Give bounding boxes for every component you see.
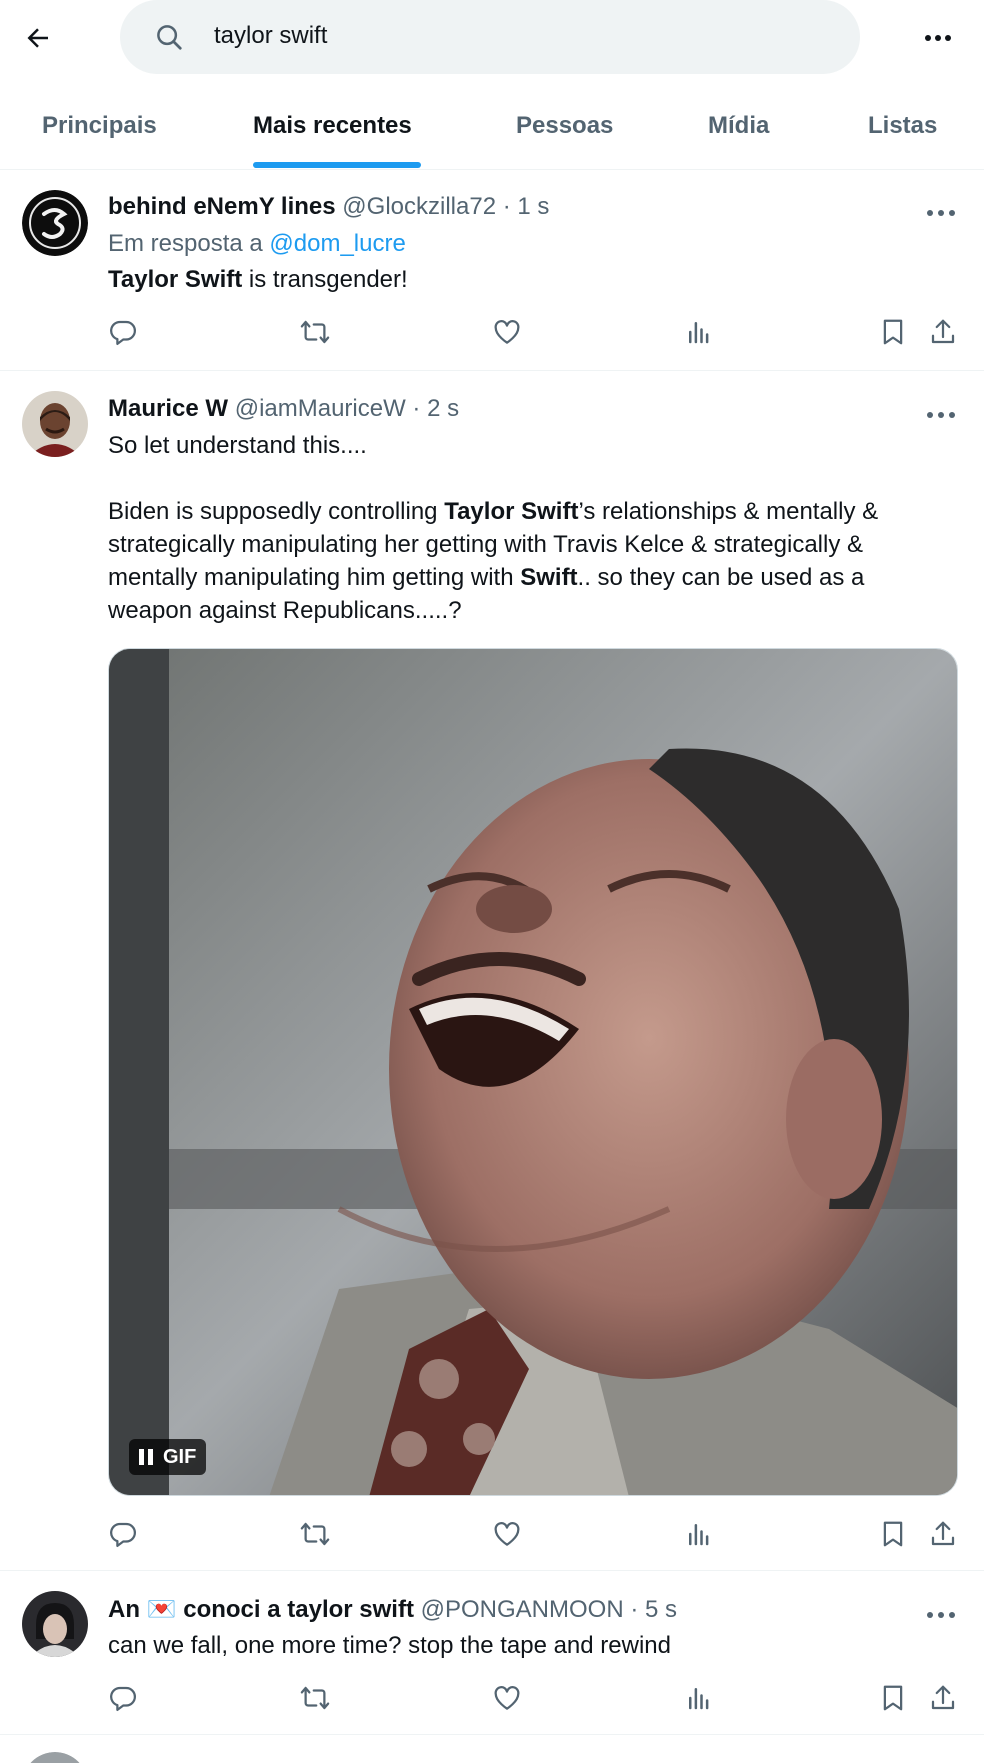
more-options-button[interactable] [918,22,958,54]
bookmark-button[interactable] [878,1683,908,1713]
author-name[interactable]: behind eNemY lines [108,193,336,220]
author-handle[interactable]: @iamMauriceW [235,395,406,422]
avatar[interactable] [22,1591,88,1657]
share-icon [931,319,955,344]
views-icon [689,1688,709,1710]
post[interactable]: behind eNemY lines @Glockzilla72 · 1 s E… [0,171,984,371]
avatar[interactable] [22,190,88,256]
post-actions [0,1683,984,1723]
search-tabs: Principais Mais recentes Pessoas Mídia L… [0,90,984,170]
reply-button[interactable] [108,1519,138,1549]
share-icon [931,1685,955,1710]
active-tab-indicator [253,162,421,168]
more-icon[interactable] [924,403,958,427]
post-text: Taylor Swift is transgender! [108,266,408,294]
pause-icon [139,1449,153,1465]
back-button[interactable] [18,18,58,58]
post[interactable]: An 💌 conoci a taylor swift @PONGANMOON ·… [0,1571,984,1735]
reply-icon [110,1522,136,1547]
like-icon [494,1686,520,1710]
share-button[interactable] [928,1519,958,1549]
reply-button[interactable] [108,1683,138,1713]
reply-context: Em resposta a @dom_lucre [108,230,406,258]
post-actions [0,317,984,357]
retweet-icon [300,1522,330,1546]
views-button[interactable] [684,1683,714,1713]
avatar[interactable] [22,391,88,457]
post-text: can we fall, one more time? stop the tap… [108,1632,671,1659]
post-header: behind eNemY lines @Glockzilla72 · 1 s [108,193,549,221]
bookmark-icon [883,1521,903,1547]
more-icon [925,35,951,41]
top-bar: taylor swift [0,0,984,76]
retweet-icon [300,320,330,344]
like-button[interactable] [492,317,522,347]
like-icon [494,320,520,344]
post-header: Maurice W @iamMauriceW · 2 s [108,395,459,423]
search-input[interactable]: taylor swift [214,22,814,50]
share-icon [931,1521,955,1546]
highlighted-term: Taylor Swift [444,498,579,525]
bookmark-icon [883,1685,903,1711]
reply-icon [110,1686,136,1711]
gif-media[interactable]: GIF [108,648,958,1496]
bookmark-icon [883,319,903,345]
post-time[interactable]: · 5 s [630,1596,677,1623]
post-actions [0,1519,984,1559]
author-name-part: conoci a taylor swift [176,1596,414,1623]
share-button[interactable] [928,1683,958,1713]
author-handle[interactable]: @PONGANMOON [421,1596,624,1623]
retweet-button[interactable] [300,1683,330,1713]
post-text: Biden is supposedly controlling Taylor S… [108,495,948,627]
post-text-line: So let understand this.... [108,432,367,459]
highlighted-term: Swift [520,564,578,591]
gif-image [109,649,957,1495]
author-name-part: An [108,1596,147,1623]
retweet-button[interactable] [300,1519,330,1549]
like-button[interactable] [492,1519,522,1549]
avatar[interactable] [22,1752,88,1763]
views-button[interactable] [684,317,714,347]
author-name[interactable]: Maurice W [108,395,228,422]
tab-pessoas[interactable]: Pessoas [516,90,613,170]
post-time[interactable]: · 1 s [503,193,550,220]
reply-button[interactable] [108,317,138,347]
retweet-icon [300,1686,330,1710]
views-icon [689,322,709,344]
post-text-rest: is transgender! [242,266,408,293]
tab-listas[interactable]: Listas [868,90,937,170]
like-icon [494,1522,520,1546]
search-box[interactable]: taylor swift [120,0,860,74]
views-icon [689,1524,709,1546]
back-arrow-icon [27,28,48,48]
reply-icon [110,320,136,345]
tab-midia[interactable]: Mídia [708,90,769,170]
like-button[interactable] [492,1683,522,1713]
tab-mais-recentes[interactable]: Mais recentes [253,90,412,170]
more-icon[interactable] [924,1603,958,1627]
post-text-segment: Biden is supposedly controlling [108,498,445,525]
highlighted-term: Taylor Swift [108,266,243,293]
author-handle[interactable]: @Glockzilla72 [342,193,496,220]
views-button[interactable] [684,1519,714,1549]
search-icon [157,25,182,50]
reply-handle-link[interactable]: @dom_lucre [269,230,405,257]
retweet-button[interactable] [300,317,330,347]
post-time[interactable]: · 2 s [412,395,459,422]
share-button[interactable] [928,317,958,347]
bookmark-button[interactable] [878,317,908,347]
tab-principais[interactable]: Principais [42,90,157,170]
gif-badge[interactable]: GIF [129,1439,207,1475]
author-name[interactable]: An 💌 conoci a taylor swift [108,1596,414,1623]
bookmark-button[interactable] [878,1519,908,1549]
gif-label: GIF [163,1445,197,1468]
love-letter-emoji: 💌 [146,1596,177,1623]
more-icon[interactable] [924,201,958,225]
post-header: An 💌 conoci a taylor swift @PONGANMOON ·… [108,1595,677,1624]
reply-prefix: Em resposta a [108,230,263,257]
